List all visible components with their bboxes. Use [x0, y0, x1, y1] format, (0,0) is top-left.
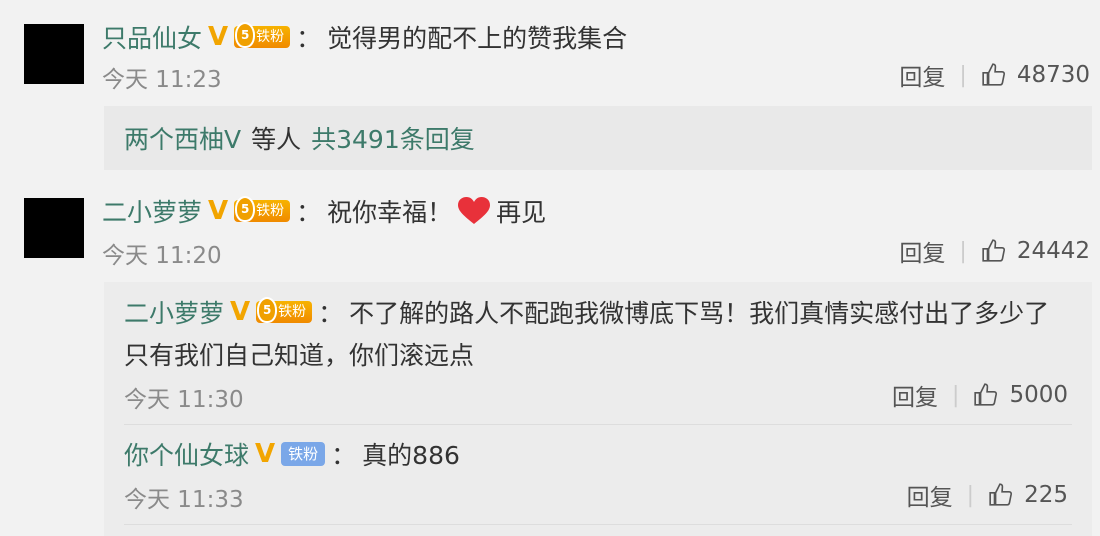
comment-separator: ： [296, 198, 322, 227]
fan-badge: 铁粉 [281, 442, 326, 466]
replies-list: 二小萝萝 V 5 铁粉 ： 不了解的路人不配跑我微博底下骂！我们真情实感付出了多少… [104, 282, 1092, 536]
like-button[interactable]: 48730 [981, 62, 1090, 88]
comment-text: 觉得男的配不上的赞我集合 [327, 24, 628, 53]
reply-button[interactable]: 回复 [899, 234, 945, 268]
reply-count-link[interactable]: 共3491条回复 [311, 120, 475, 156]
heart-icon [458, 197, 491, 224]
divider: | [959, 238, 967, 264]
username[interactable]: 二小萝萝 [102, 193, 202, 229]
comment-text: 祝你幸福！ [327, 198, 453, 227]
reply-text: 真的886 [362, 441, 460, 470]
like-count: 225 [1024, 482, 1068, 508]
reply-separator: ： [331, 441, 357, 470]
like-count: 24442 [1016, 238, 1090, 264]
comment-text-suffix: 再见 [496, 198, 547, 227]
reply-actions: 回复 | 5000 [892, 378, 1068, 412]
reply-text-continued: 只有我们自己知道，你们滚远点 [124, 341, 475, 370]
fan-badge: 5 铁粉 [234, 22, 291, 48]
reply-button[interactable]: 回复 [899, 58, 945, 92]
thumbs-up-icon [982, 63, 1005, 86]
reply-button[interactable]: 回复 [907, 478, 953, 512]
comment-separator: ： [296, 24, 322, 53]
avatar[interactable] [24, 198, 84, 258]
divider: | [966, 482, 975, 508]
fan-badge: 5 铁粉 [234, 196, 291, 222]
reply-button[interactable]: 回复 [892, 378, 938, 412]
reply-divider [124, 424, 1072, 425]
comment-header: 二小萝萝 V 5 铁粉 ： 祝你幸福！ 再见 [102, 192, 546, 230]
comment-actions: 回复 | 48730 [899, 58, 1090, 92]
like-button[interactable]: 24442 [981, 238, 1090, 264]
verified-icon: V [230, 297, 251, 327]
divider: | [959, 62, 967, 88]
like-count: 5000 [1009, 382, 1068, 408]
reply-divider [124, 524, 1072, 525]
comment-actions: 回复 | 24442 [899, 234, 1090, 268]
avatar[interactable] [24, 24, 84, 84]
thumbs-up-icon [982, 239, 1005, 262]
reply-connector: 等人 [251, 125, 302, 154]
fan-badge: 5 铁粉 [256, 297, 313, 323]
like-count: 48730 [1016, 62, 1090, 88]
username[interactable]: 二小萝萝 [124, 294, 224, 330]
thumbs-up-icon [989, 483, 1013, 506]
verified-icon: V [208, 22, 229, 52]
replies-summary[interactable]: 两个西柚V 等人 共3491条回复 [104, 106, 1092, 170]
reply-time: 今天 11:30 [124, 387, 244, 413]
reply-time: 今天 11:33 [124, 487, 244, 513]
verified-icon: V [255, 439, 276, 469]
username[interactable]: 只品仙女 [102, 19, 202, 55]
reply-users[interactable]: 两个西柚V [124, 120, 241, 156]
comment-time: 今天 11:23 [102, 67, 222, 93]
like-button[interactable]: 225 [988, 482, 1068, 508]
thumbs-up-icon [974, 383, 998, 406]
reply-actions: 回复 | 225 [907, 478, 1068, 512]
reply-header: 你个仙女球 V 铁粉 ： 真的886 [124, 436, 460, 472]
reply-header: 二小萝萝 V 5 铁粉 ： 不了解的路人不配跑我微博底下骂！我们真情实感付出了多少… [124, 294, 1049, 330]
divider: | [952, 382, 960, 408]
username[interactable]: 你个仙女球 [124, 436, 249, 472]
comment-header: 只品仙女 V 5 铁粉 ： 觉得男的配不上的赞我集合 [102, 18, 627, 56]
reply-text: 不了解的路人不配跑我微博底下骂！我们真情实感付出了多少了 [349, 299, 1050, 328]
verified-icon: V [208, 196, 229, 226]
comment-time: 今天 11:20 [102, 243, 222, 269]
reply-separator: ： [318, 299, 344, 328]
like-button[interactable]: 5000 [973, 382, 1068, 408]
